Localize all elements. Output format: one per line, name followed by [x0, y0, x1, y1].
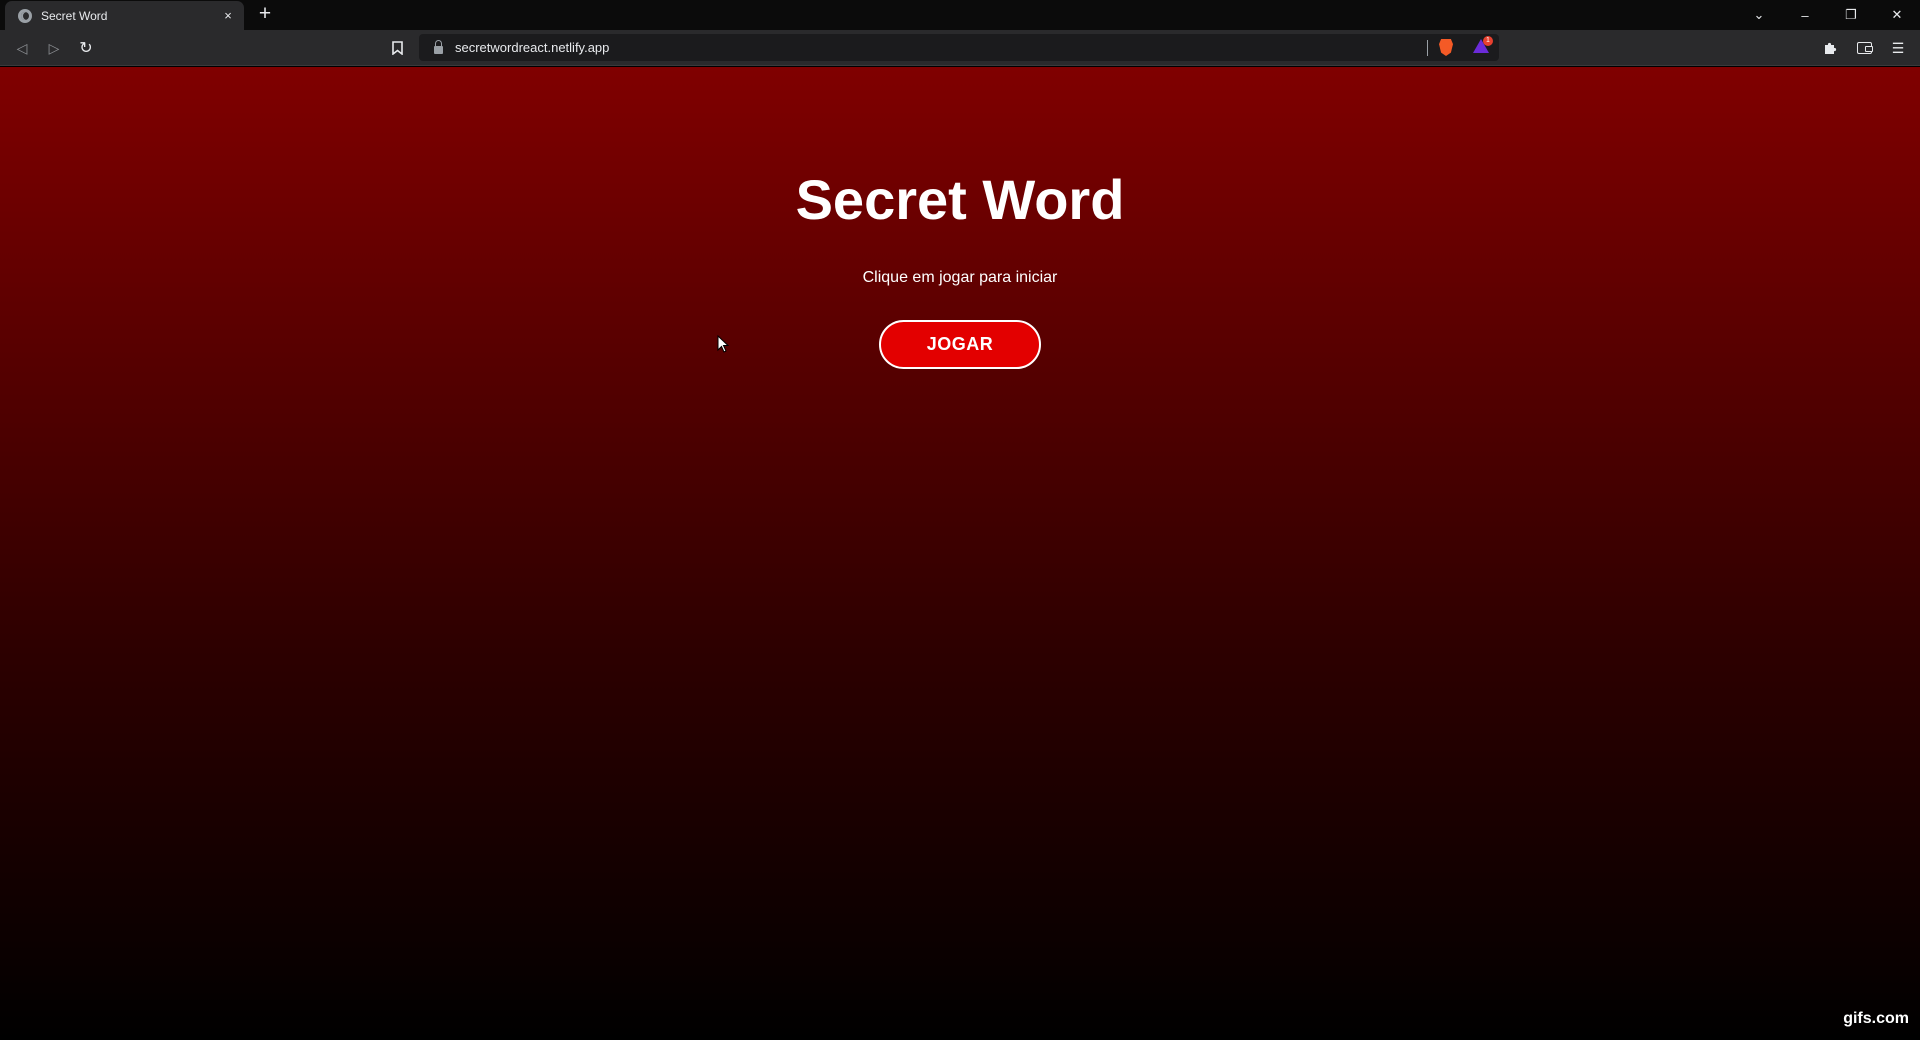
close-window-button[interactable]: ✕ [1874, 0, 1920, 30]
watermark: gifs.com [1843, 1010, 1909, 1027]
page-title: Secret Word [795, 168, 1125, 231]
reload-icon[interactable]: ↻ [76, 38, 96, 58]
back-icon[interactable]: ◁ [12, 38, 32, 58]
restore-button[interactable]: ❐ [1828, 0, 1874, 30]
rewards-badge: 1 [1483, 36, 1493, 46]
new-tab-button[interactable]: + [253, 3, 277, 27]
forward-icon[interactable]: ▷ [44, 38, 64, 58]
tab-strip: Secret Word × + ⌄ – ❐ ✕ [0, 0, 1920, 30]
tab-close-icon[interactable]: × [220, 8, 236, 23]
play-button[interactable]: JOGAR [879, 320, 1041, 369]
bookmark-icon[interactable] [387, 38, 407, 58]
address-bar-divider [1427, 40, 1428, 56]
globe-icon [18, 8, 32, 23]
minimize-button[interactable]: – [1782, 0, 1828, 30]
address-bar[interactable]: secretwordreact.netlify.app 1 [419, 34, 1499, 61]
tab-title: Secret Word [41, 8, 108, 23]
brave-shields-icon[interactable] [1439, 39, 1453, 56]
browser-tab[interactable]: Secret Word × [5, 1, 244, 30]
game-page: Secret Word Clique em jogar para iniciar… [0, 67, 1920, 1040]
wallet-shape [1856, 42, 1873, 54]
menu-icon[interactable]: ☰ [1888, 38, 1908, 58]
tab-search-chevron-icon[interactable]: ⌄ [1736, 0, 1782, 30]
window-controls: ⌄ – ❐ ✕ [1736, 0, 1920, 30]
wallet-icon[interactable] [1854, 38, 1874, 58]
url-text[interactable]: secretwordreact.netlify.app [455, 40, 609, 55]
browser-toolbar: ◁ ▷ ↻ secretwordreact.netlify.app 1 ☰ [0, 30, 1920, 66]
puzzle-icon[interactable] [1820, 38, 1840, 58]
start-instructions: Clique em jogar para iniciar [862, 269, 1058, 286]
lock-icon [434, 39, 443, 54]
brave-rewards-icon[interactable]: 1 [1473, 36, 1493, 55]
